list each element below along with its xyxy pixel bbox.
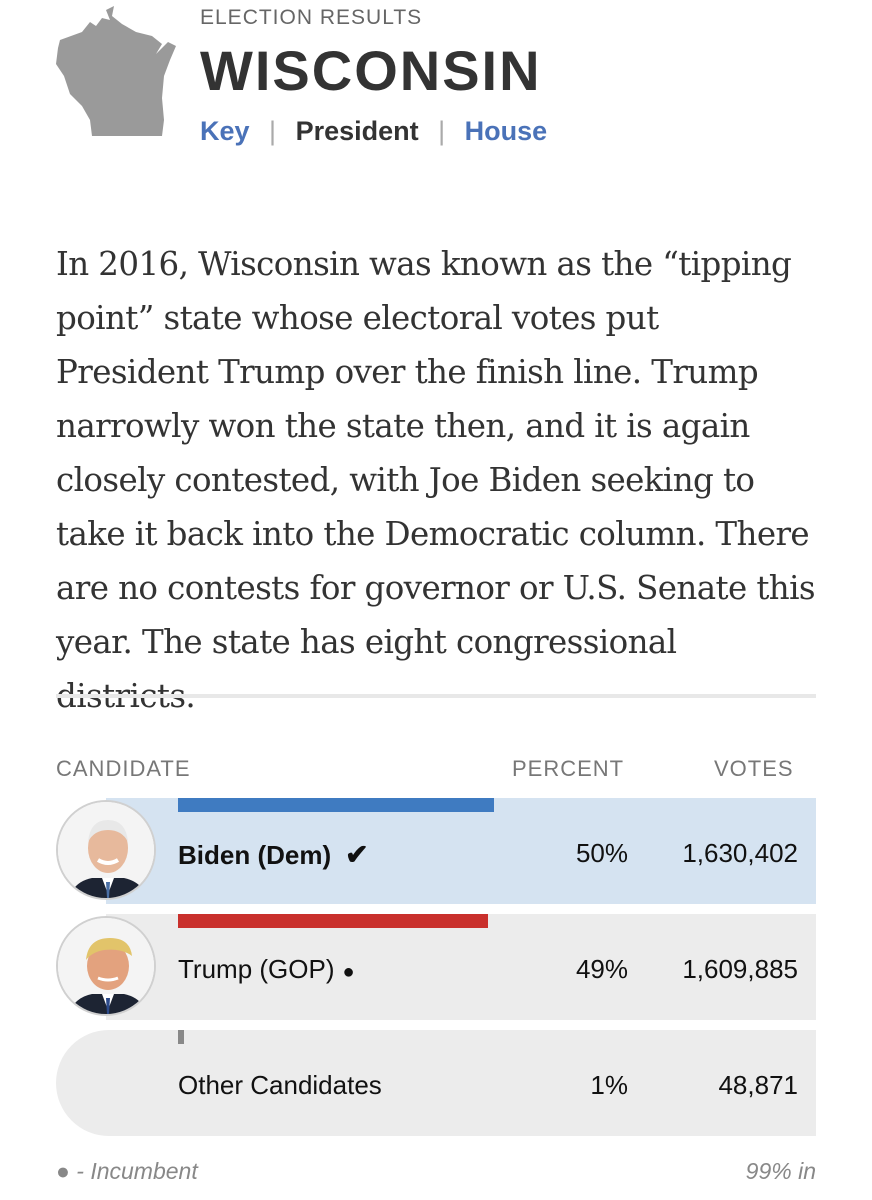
section-divider <box>56 694 816 698</box>
nav-house-link[interactable]: House <box>465 116 548 146</box>
page-title: WISCONSIN <box>200 39 542 102</box>
reporting-status: 99% in <box>745 1158 816 1184</box>
candidate-name: Other Candidates <box>178 1070 382 1101</box>
nav-separator: | <box>269 116 277 146</box>
avatar <box>56 800 156 900</box>
nav-president-current[interactable]: President <box>296 116 419 146</box>
candidate-percent: 1% <box>590 1070 628 1100</box>
candidate-percent: 50% <box>575 838 628 868</box>
table-row: Trump (GOP) ● 49% 1,609,885 <box>56 914 816 1020</box>
candidate-votes: 48,871 <box>718 1070 798 1100</box>
candidate-votes: 1,609,885 <box>682 954 798 984</box>
candidate-label: Trump (GOP) <box>178 954 335 984</box>
winner-check-icon: ✔ <box>345 839 369 870</box>
nav-separator: | <box>438 116 446 146</box>
table-row: Biden (Dem) ✔ 50% 1,630,402 <box>56 798 816 904</box>
wisconsin-map-icon <box>56 6 176 136</box>
vote-share-bar <box>178 798 494 812</box>
candidate-label: Biden (Dem) <box>178 840 332 870</box>
intro-paragraph: In 2016, Wisconsin was known as the “tip… <box>56 244 816 715</box>
candidate-photo-icon <box>58 802 154 898</box>
candidate-name: Biden (Dem) ✔ <box>178 838 369 871</box>
candidate-name: Trump (GOP) ● <box>178 954 355 985</box>
vote-share-bar <box>178 1030 185 1044</box>
column-header-votes: VOTES <box>714 756 794 781</box>
column-header-percent: PERCENT <box>512 756 625 781</box>
row-background <box>56 1030 816 1136</box>
candidate-photo-icon <box>58 918 154 1014</box>
results-header: ELECTION RESULTS WISCONSIN Key | Preside… <box>0 0 872 170</box>
section-kicker: ELECTION RESULTS <box>200 6 423 29</box>
candidate-label: Other Candidates <box>178 1070 382 1100</box>
nav-key-link[interactable]: Key <box>200 116 250 146</box>
incumbent-legend: ● - Incumbent <box>56 1158 198 1184</box>
vote-share-bar <box>178 914 488 928</box>
candidate-percent: 49% <box>575 954 628 984</box>
candidate-votes: 1,630,402 <box>682 838 798 868</box>
avatar <box>56 916 156 1016</box>
results-nav: Key | President | House <box>200 116 547 147</box>
incumbent-dot-icon: ● <box>342 961 355 983</box>
column-header-candidate: CANDIDATE <box>56 756 191 781</box>
table-row: Other Candidates 1% 48,871 <box>56 1030 816 1136</box>
